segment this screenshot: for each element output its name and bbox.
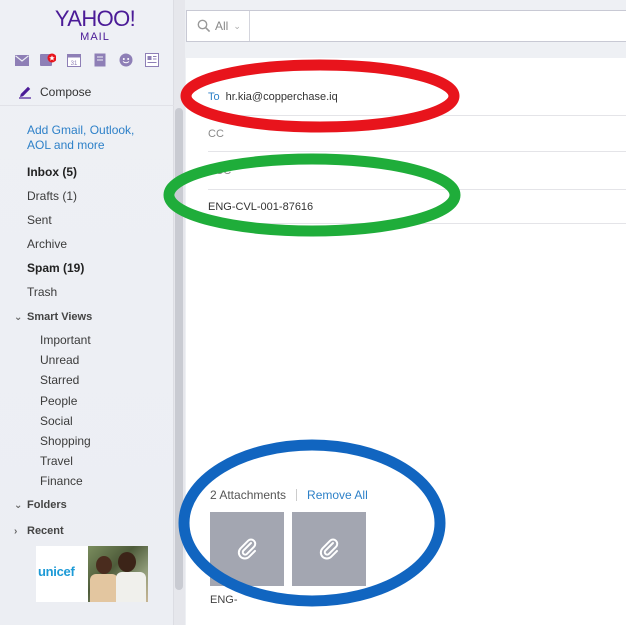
add-accounts-link[interactable]: Add Gmail, Outlook, AOL and more xyxy=(27,123,157,153)
divider xyxy=(296,489,298,501)
sidebar-scrollbar[interactable] xyxy=(175,108,183,590)
messenger-icon[interactable] xyxy=(118,53,134,67)
remove-all-link[interactable]: Remove All xyxy=(307,488,368,502)
attachment-filename: ENG- xyxy=(210,594,238,606)
bcc-label: BCC xyxy=(208,164,232,177)
folder-drafts[interactable]: Drafts (1) xyxy=(27,189,77,203)
compose-button[interactable]: Compose xyxy=(0,78,174,106)
subject-value[interactable]: ENG-CVL-001-87616 xyxy=(208,201,313,213)
unicef-ad[interactable]: unicef xyxy=(36,546,148,602)
ad-photo xyxy=(88,546,148,602)
paperclip-icon xyxy=(237,538,257,560)
to-recipient[interactable]: hr.kia@copperchase.iq xyxy=(226,91,338,103)
search-scope-dropdown[interactable]: All ⌄ xyxy=(187,11,250,41)
to-label[interactable]: To xyxy=(208,91,220,103)
notepad-icon[interactable] xyxy=(92,53,108,67)
smart-view-social[interactable]: Social xyxy=(40,414,73,428)
cc-field-row[interactable]: CC xyxy=(208,116,626,152)
smart-views-label: Smart Views xyxy=(27,311,93,323)
smart-view-people[interactable]: People xyxy=(40,394,77,408)
bcc-field-row[interactable]: BCC xyxy=(208,152,626,190)
subject-field-row[interactable]: ENG-CVL-001-87616 xyxy=(208,190,626,224)
logo-sub: MAIL xyxy=(80,31,110,43)
sidebar: YAHOO! MAIL 31 Compose Add Gmail, Outloo… xyxy=(0,0,174,625)
folders-toggle[interactable]: ⌄ Folders xyxy=(14,499,67,511)
attachments-header: 2 Attachments Remove All xyxy=(210,488,368,502)
pencil-icon xyxy=(19,86,31,99)
search-scope-label: All xyxy=(215,19,229,33)
compose-panel: To hr.kia@copperchase.iq CC BCC ENG-CVL-… xyxy=(186,58,626,625)
attachment-filename: EN xyxy=(292,594,308,606)
chevron-down-icon: ⌄ xyxy=(233,20,241,31)
contacts-icon[interactable] xyxy=(40,53,56,67)
chevron-down-icon: ⌄ xyxy=(14,311,23,323)
folder-trash[interactable]: Trash xyxy=(27,285,57,299)
smart-view-important[interactable]: Important xyxy=(40,333,91,347)
attachment-thumbnail[interactable] xyxy=(210,512,284,586)
folder-spam[interactable]: Spam (19) xyxy=(27,261,84,275)
recent-label: Recent xyxy=(27,525,64,537)
folder-sent[interactable]: Sent xyxy=(27,213,52,227)
newsfeed-icon[interactable] xyxy=(144,53,160,67)
cc-label: CC xyxy=(208,127,224,140)
chevron-right-icon: › xyxy=(14,525,18,537)
smart-view-travel[interactable]: Travel xyxy=(40,454,73,468)
smart-view-shopping[interactable]: Shopping xyxy=(40,434,91,448)
ad-logo-text: unicef xyxy=(38,564,75,579)
mail-icon[interactable] xyxy=(14,53,30,67)
to-field-row[interactable]: To hr.kia@copperchase.iq xyxy=(208,78,626,116)
attachment-thumbnail[interactable] xyxy=(292,512,366,586)
calendar-icon[interactable]: 31 xyxy=(66,53,82,67)
smart-view-unread[interactable]: Unread xyxy=(40,353,79,367)
yahoo-mail-logo[interactable]: YAHOO! MAIL xyxy=(50,6,140,44)
app-switcher: 31 xyxy=(14,52,160,68)
folder-archive[interactable]: Archive xyxy=(27,237,67,251)
recent-toggle[interactable]: › Recent xyxy=(14,525,64,537)
smart-views-toggle[interactable]: ⌄ Smart Views xyxy=(14,311,92,323)
attachments-count: 2 Attachments xyxy=(210,488,287,502)
compose-label: Compose xyxy=(40,84,92,99)
folder-inbox[interactable]: Inbox (5) xyxy=(27,165,77,179)
search-bar: All ⌄ xyxy=(186,10,626,42)
search-icon xyxy=(197,19,211,33)
smart-view-finance[interactable]: Finance xyxy=(40,474,83,488)
search-input[interactable] xyxy=(249,11,626,41)
folders-label: Folders xyxy=(27,499,67,511)
logo-brand: YAHOO! xyxy=(54,6,136,31)
svg-text:31: 31 xyxy=(71,61,78,67)
yahoo-mail-window: YAHOO! MAIL 31 Compose Add Gmail, Outloo… xyxy=(0,0,626,625)
smart-view-starred[interactable]: Starred xyxy=(40,373,79,387)
paperclip-icon xyxy=(319,538,339,560)
chevron-down-icon: ⌄ xyxy=(14,499,23,511)
